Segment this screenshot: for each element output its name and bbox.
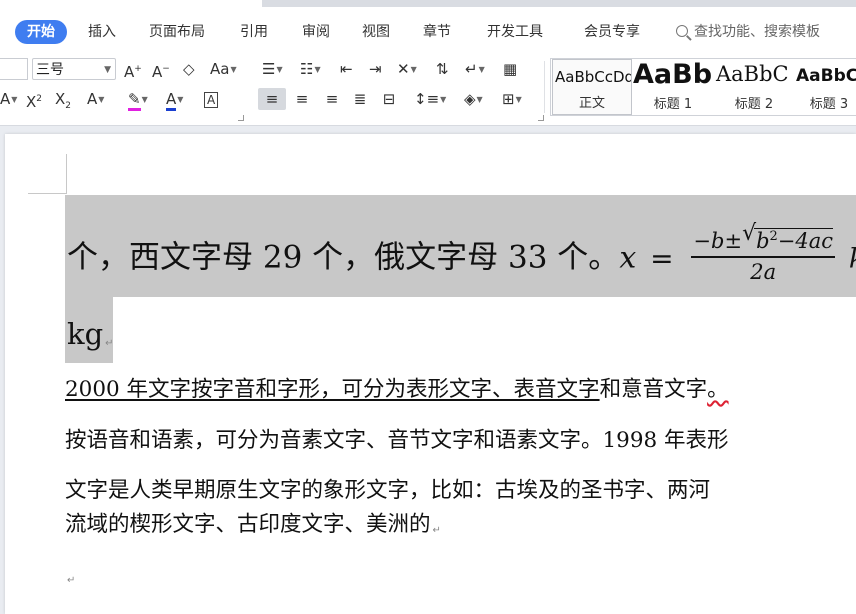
- paragraph-dialog-launcher[interactable]: [538, 115, 544, 121]
- paragraph-mark-icon: ↵: [432, 525, 441, 536]
- style-sample: AaBbC: [796, 66, 856, 86]
- style-heading-3[interactable]: AaBbC 标题 3: [794, 59, 856, 115]
- style-name: 正文: [578, 96, 605, 111]
- justify-icon[interactable]: ≣: [348, 88, 372, 110]
- style-sample: AaBbC: [716, 62, 789, 86]
- fraction-denominator: 2a: [750, 260, 777, 284]
- document-canvas: 个，西文字母 29 个，俄文字母 33 个。x = −b± √ b2−4ac 2a …: [0, 126, 856, 614]
- tab-home[interactable]: 开始: [15, 20, 67, 44]
- style-heading-2[interactable]: AaBbC 标题 2: [714, 59, 794, 115]
- decrease-indent-icon[interactable]: ⇤: [340, 58, 353, 80]
- underlined-text: 2000 年文字按字音和字形，可分为表形文字、表音文字: [65, 377, 600, 402]
- text-effect-icon[interactable]: A▼: [87, 88, 104, 110]
- quadratic-fraction[interactable]: −b± √ b2−4ac 2a: [691, 221, 836, 286]
- tab-view[interactable]: 视图: [362, 20, 390, 44]
- font-dialog-launcher[interactable]: [238, 115, 244, 121]
- change-case-icon[interactable]: Aa▼: [210, 58, 237, 80]
- tab-review[interactable]: 审阅: [302, 20, 330, 44]
- tab-developer[interactable]: 开发工具: [487, 20, 543, 44]
- title-strip: [262, 0, 856, 7]
- style-sample: AaBb: [633, 59, 713, 90]
- paragraph-mark-icon: ↵: [105, 338, 114, 349]
- empty-paragraph[interactable]: ↵: [65, 562, 75, 587]
- trailing-unit: kg: [849, 244, 856, 275]
- style-normal[interactable]: AaBbCcDd 正文: [552, 59, 632, 115]
- tab-chapter[interactable]: 章节: [423, 20, 451, 44]
- unit-line[interactable]: kg ↵: [67, 317, 114, 351]
- subscript-icon[interactable]: X2: [55, 88, 71, 111]
- selected-line[interactable]: 个，西文字母 29 个，俄文字母 33 个。x = −b± √ b2−4ac 2a …: [67, 221, 856, 290]
- style-sample: AaBbCcDd: [555, 68, 632, 86]
- chevron-down-icon: ▼: [104, 65, 111, 75]
- fraction-numerator: −b± √ b2−4ac: [691, 221, 836, 258]
- chinese-layout-icon[interactable]: ✕▼: [397, 58, 417, 80]
- strikethrough-icon[interactable]: A▼: [0, 88, 17, 110]
- line1-text: 个，西文字母 29 个，俄文字母 33 个。: [67, 239, 620, 276]
- ribbon: 三号 ▼ A+ A− ◇ Aa▼ ☰▼ ☷▼ ⇤ ⇥ ✕▼ ⇅ ↵▼ ▦ A▼ …: [0, 55, 856, 126]
- equation-lhs: x: [619, 240, 637, 276]
- radicand-rest: −4ac: [777, 229, 834, 253]
- char-border-icon[interactable]: A: [204, 88, 219, 110]
- numerator-pre: −b±: [693, 229, 743, 253]
- paragraph-1[interactable]: 2000 年文字按字音和字形，可分为表形文字、表音文字和意音文字。: [65, 372, 729, 403]
- search-icon: [676, 25, 688, 37]
- font-size-select[interactable]: 三号 ▼: [32, 58, 116, 80]
- radical-icon: √: [742, 221, 757, 246]
- sort-icon[interactable]: ⇅: [436, 58, 449, 80]
- font-size-value: 三号: [36, 62, 64, 78]
- tab-member[interactable]: 会员专享: [584, 20, 640, 44]
- paragraph-1-rest: 和意音文字: [599, 377, 708, 402]
- grow-font-icon[interactable]: A+: [124, 58, 142, 81]
- sqrt-radical: √ b2−4ac: [742, 221, 834, 254]
- distribute-icon[interactable]: ⊟: [377, 88, 401, 110]
- paragraph-3-line-1[interactable]: 文字是人类早期原生文字的象形文字，比如：古埃及的圣书字、两河: [65, 473, 710, 504]
- font-name-select[interactable]: [0, 58, 28, 80]
- highlight-icon[interactable]: ✎▼: [128, 88, 148, 111]
- shrink-font-icon[interactable]: A−: [152, 58, 170, 81]
- menu-bar: 开始 插入 页面布局 引用 审阅 视图 章节 开发工具 会员专享 查找功能、搜索…: [0, 0, 856, 62]
- table-border-icon[interactable]: ▦: [503, 58, 517, 80]
- search-box[interactable]: 查找功能、搜索模板: [676, 20, 820, 44]
- show-marks-icon[interactable]: ↵▼: [465, 58, 485, 80]
- increase-indent-icon[interactable]: ⇥: [369, 58, 382, 80]
- borders-icon[interactable]: ⊞▼: [502, 88, 522, 110]
- radicand-exponent: 2: [769, 229, 778, 244]
- paragraph-mark-icon: ↵: [67, 575, 76, 586]
- align-left-icon[interactable]: ≡: [258, 88, 286, 110]
- font-color-icon[interactable]: A▼: [166, 88, 183, 111]
- equation-equals: =: [650, 241, 674, 275]
- tab-insert[interactable]: 插入: [88, 20, 116, 44]
- styles-gallery: AaBbCcDd 正文 AaBb 标题 1 AaBbC 标题 2 AaBbC 标…: [550, 58, 856, 116]
- document-page[interactable]: 个，西文字母 29 个，俄文字母 33 个。x = −b± √ b2−4ac 2a …: [5, 134, 856, 614]
- line-spacing-icon[interactable]: ↕≡▼: [414, 88, 446, 110]
- radicand-base: b: [756, 229, 770, 253]
- style-heading-1[interactable]: AaBb 标题 1: [632, 59, 714, 115]
- align-center-icon[interactable]: ≡: [290, 88, 314, 110]
- style-name: 标题 1: [653, 97, 693, 112]
- spellcheck-mark: 。: [707, 377, 729, 402]
- clear-format-icon[interactable]: ◇: [183, 58, 195, 80]
- search-placeholder: 查找功能、搜索模板: [694, 24, 820, 40]
- tab-page-layout[interactable]: 页面布局: [149, 20, 205, 44]
- bullet-list-icon[interactable]: ☰▼: [262, 58, 283, 80]
- margin-corner-mark: [66, 154, 67, 194]
- margin-corner-mark: [28, 193, 67, 194]
- superscript-icon[interactable]: X2: [26, 88, 42, 111]
- unit-text: kg: [67, 317, 104, 351]
- ribbon-divider: [544, 61, 545, 113]
- align-right-icon[interactable]: ≡: [320, 88, 344, 110]
- style-name: 标题 3: [809, 97, 849, 112]
- paragraph-2[interactable]: 按语音和语素，可分为音素文字、音节文字和语素文字。1998 年表形: [65, 423, 729, 454]
- shading-icon[interactable]: ◈▼: [464, 88, 483, 110]
- style-name: 标题 2: [734, 97, 774, 112]
- paragraph-3-line-2[interactable]: 流域的楔形文字、古印度文字、美洲的 ↵: [65, 507, 441, 538]
- paragraph-3-text: 流域的楔形文字、古印度文字、美洲的: [65, 512, 431, 537]
- numbered-list-icon[interactable]: ☷▼: [300, 58, 321, 80]
- tab-references[interactable]: 引用: [240, 20, 268, 44]
